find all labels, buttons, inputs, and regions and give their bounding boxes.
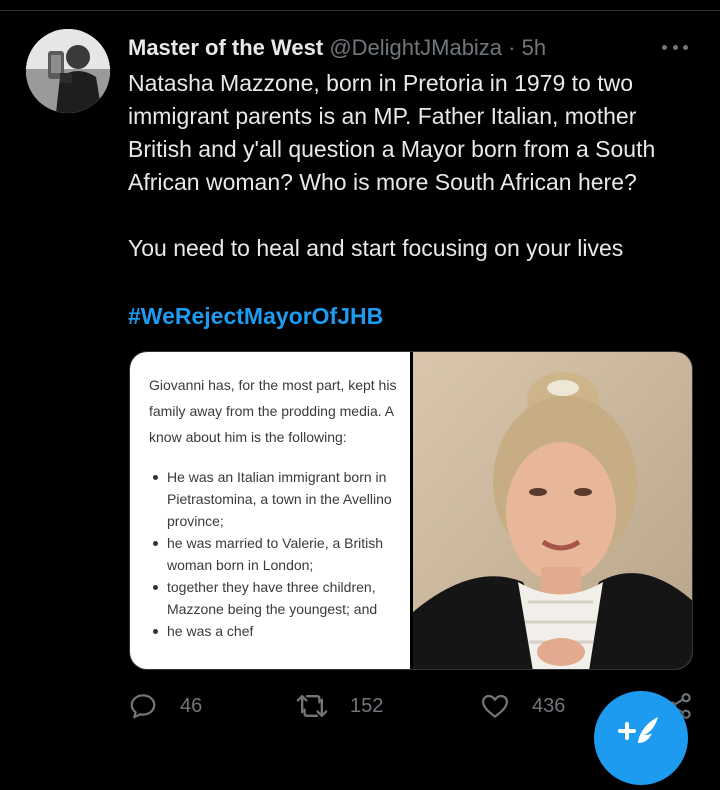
bullet-line: he was married to Valerie, a British: [167, 535, 384, 551]
compose-tweet-button[interactable]: [594, 691, 688, 785]
reply-count: 46: [180, 694, 203, 717]
reply-button[interactable]: 46: [128, 690, 202, 722]
bullet-line: woman born in London;: [167, 557, 314, 573]
document-line: family away from the prodding media. A: [149, 403, 395, 419]
retweet-count: 152: [350, 694, 384, 717]
hashtag-link[interactable]: #WeRejectMayorOfJHB: [128, 300, 383, 332]
heart-icon: [482, 694, 508, 718]
display-name[interactable]: Master of the West: [128, 35, 323, 60]
like-count: 436: [532, 694, 566, 717]
bullet-line: he was a chef: [167, 623, 254, 639]
document-line: Giovanni has, for the most part, kept hi…: [149, 377, 397, 393]
media-grid: Giovanni has, for the most part, kept hi…: [129, 351, 693, 670]
document-bullet: he was a chef: [152, 620, 410, 642]
portrait-photo: [413, 352, 692, 669]
media-portrait-image[interactable]: [413, 352, 692, 669]
tweet-text-line: African woman? Who is more South African…: [128, 169, 637, 195]
bullet-line: Mazzone being the youngest; and: [167, 601, 378, 617]
document-bullet-list: He was an Italian immigrant born in Piet…: [152, 466, 410, 642]
tweet-text-line: immigrant parents is an MP. Father Itali…: [128, 103, 637, 129]
document-intro: Giovanni has, for the most part, kept hi…: [149, 372, 410, 450]
more-icon[interactable]: [662, 38, 688, 56]
tweet-text-line: British and y'all question a Mayor born …: [128, 136, 656, 162]
media-document-image[interactable]: Giovanni has, for the most part, kept hi…: [130, 352, 410, 669]
bullet-line: He was an Italian immigrant born in: [167, 469, 387, 485]
tweet-header: Master of the West @DelightJMabiza · 5h: [128, 34, 700, 62]
document-bullet: together they have three children, Mazzo…: [152, 576, 410, 620]
tweet-text: Natasha Mazzone, born in Pretoria in 197…: [128, 67, 703, 265]
avatar[interactable]: [26, 29, 110, 113]
document-bullet: he was married to Valerie, a British wom…: [152, 532, 410, 576]
timestamp[interactable]: 5h: [522, 35, 546, 60]
tweet-text-line: You need to heal and start focusing on y…: [128, 235, 624, 261]
document-line: know about him is the following:: [149, 429, 347, 445]
separator: ·: [508, 35, 516, 60]
retweet-button[interactable]: 152: [296, 690, 383, 722]
top-divider: [0, 10, 720, 11]
bullet-line: Pietrastomina, a town in the Avellino: [167, 491, 392, 507]
bullet-line: province;: [167, 513, 224, 529]
bullet-line: together they have three children,: [167, 579, 376, 595]
document-bullet: He was an Italian immigrant born in Piet…: [152, 466, 410, 532]
tweet-text-line: Natasha Mazzone, born in Pretoria in 197…: [128, 70, 634, 96]
retweet-icon: [296, 694, 328, 718]
avatar-image: [26, 29, 110, 113]
handle[interactable]: @DelightJMabiza: [329, 35, 502, 60]
compose-tweet-icon: [618, 717, 658, 743]
reply-icon: [130, 694, 156, 719]
like-button[interactable]: 436: [480, 690, 565, 722]
